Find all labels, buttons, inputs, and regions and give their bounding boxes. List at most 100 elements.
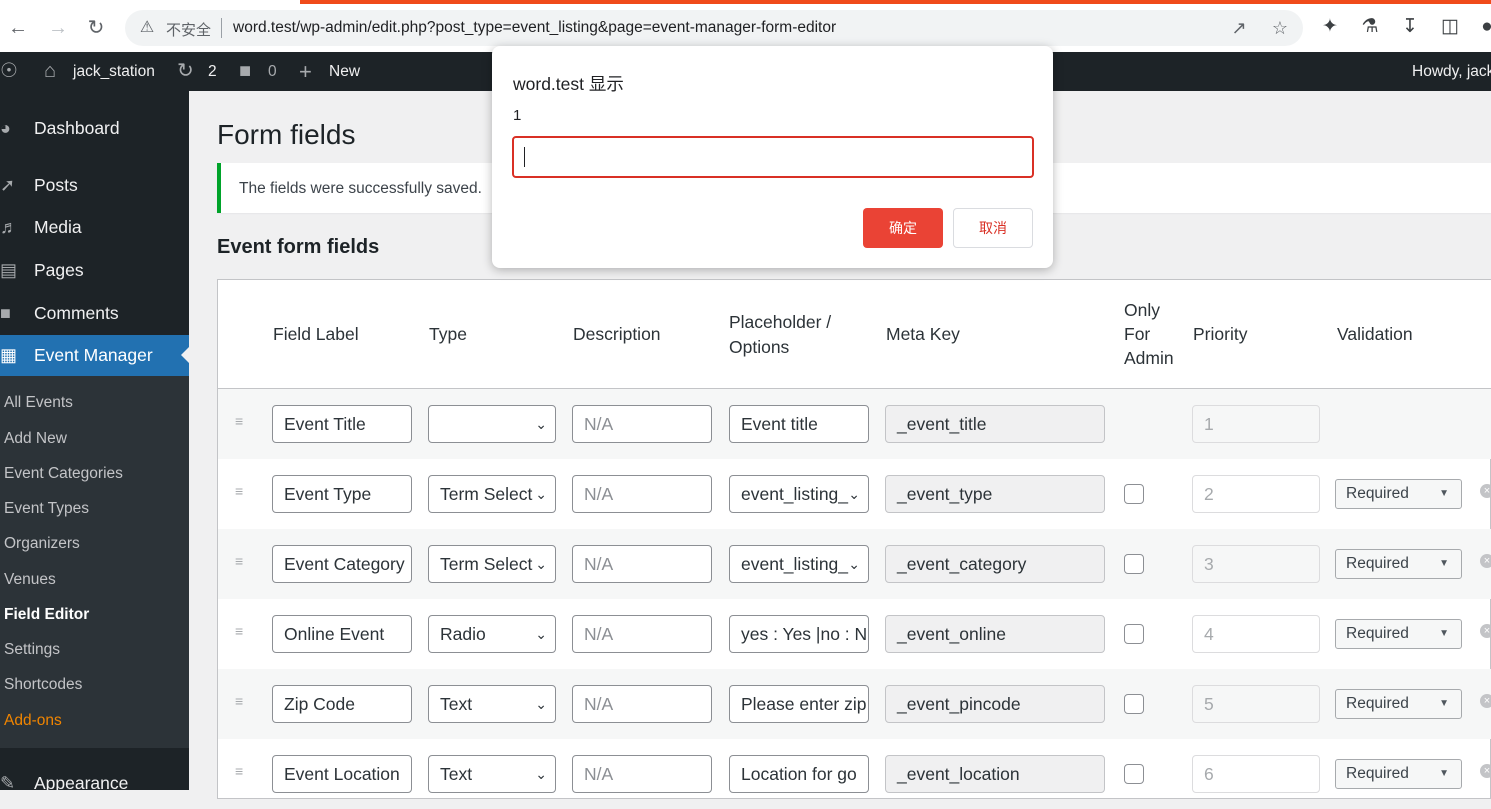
remove-field-icon[interactable]: × xyxy=(1480,624,1491,638)
submenu-field-editor[interactable]: Field Editor xyxy=(4,606,89,624)
submenu-event-categories[interactable]: Event Categories xyxy=(4,465,123,483)
field-label-input[interactable]: Event Location xyxy=(272,755,412,793)
browser-toolbar: ← → ↻ ⚠ 不安全 word.test/wp-admin/edit.php?… xyxy=(0,0,1491,52)
ok-button[interactable]: 确定 xyxy=(863,208,943,248)
drag-handle-icon[interactable]: ≡ xyxy=(235,624,247,638)
field-label-input[interactable]: Event Title xyxy=(272,405,412,443)
menu-dashboard[interactable]: ◕ Dashboard xyxy=(0,108,189,148)
drag-handle-icon[interactable]: ≡ xyxy=(235,694,247,708)
insecure-label[interactable]: 不安全 xyxy=(166,19,211,40)
options-select[interactable]: event_listing_ ⌄ xyxy=(729,545,869,583)
updates-count[interactable]: 2 xyxy=(208,52,217,91)
remove-field-icon[interactable]: × xyxy=(1480,554,1491,568)
validation-select[interactable]: Required ▼ xyxy=(1335,689,1462,719)
drag-handle-icon[interactable]: ≡ xyxy=(235,554,247,568)
options-input[interactable]: yes : Yes |no : N xyxy=(729,615,869,653)
submenu-add-ons[interactable]: Add-ons xyxy=(4,712,62,730)
options-select[interactable]: event_listing_ ⌄ xyxy=(729,475,869,513)
menu-media[interactable]: ♬ Media xyxy=(0,207,189,247)
validation-select[interactable]: Required ▼ xyxy=(1335,759,1462,789)
reload-icon[interactable]: ↻ xyxy=(82,14,110,42)
only-for-admin-checkbox[interactable] xyxy=(1124,484,1144,504)
howdy-account-link[interactable]: Howdy, jack xyxy=(1412,52,1491,91)
priority-input[interactable]: 6 xyxy=(1192,755,1320,793)
page-title: Form fields xyxy=(217,119,356,150)
share-icon[interactable]: ↗ xyxy=(1227,16,1251,40)
field-type-select[interactable]: Text ⌄ xyxy=(428,685,556,723)
description-input[interactable]: N/A xyxy=(572,615,712,653)
menu-pages[interactable]: ▤ Pages xyxy=(0,250,189,290)
column-header-placeholder-line2: Options xyxy=(729,337,790,357)
field-type-select[interactable]: Text ⌄ xyxy=(428,755,556,793)
menu-event-manager[interactable]: ▦ Event Manager xyxy=(0,335,189,376)
description-input[interactable]: N/A xyxy=(572,475,712,513)
only-for-admin-checkbox[interactable] xyxy=(1124,554,1144,574)
field-label-input[interactable]: Online Event xyxy=(272,615,412,653)
submenu-add-new[interactable]: Add New xyxy=(4,430,67,448)
validation-select[interactable]: Required ▼ xyxy=(1335,479,1462,509)
site-name-link[interactable]: jack_station xyxy=(73,52,155,91)
validation-select[interactable]: Required ▼ xyxy=(1335,619,1462,649)
extensions-puzzle-icon[interactable]: ✦ xyxy=(1317,14,1343,40)
description-input[interactable]: N/A xyxy=(572,545,712,583)
drag-handle-icon[interactable]: ≡ xyxy=(235,484,247,498)
remove-field-icon[interactable]: × xyxy=(1480,764,1491,778)
field-type-select[interactable]: Term Select ⌄ xyxy=(428,545,556,583)
updates-icon[interactable]: ↻ xyxy=(177,52,194,91)
url-text[interactable]: word.test/wp-admin/edit.php?post_type=ev… xyxy=(233,19,836,37)
lab-flask-icon[interactable]: ⚗ xyxy=(1357,14,1383,40)
placeholder-input[interactable]: Location for go xyxy=(729,755,869,793)
submenu-settings[interactable]: Settings xyxy=(4,641,60,659)
field-type-select[interactable]: ⌄ xyxy=(428,405,556,443)
comments-bubble-icon[interactable]: ■ xyxy=(239,52,251,91)
cancel-button[interactable]: 取消 xyxy=(953,208,1033,248)
dropdown-triangle-icon: ▼ xyxy=(1439,698,1449,709)
home-icon[interactable]: ⌂ xyxy=(44,52,56,91)
only-for-admin-checkbox[interactable] xyxy=(1124,624,1144,644)
only-for-admin-checkbox[interactable] xyxy=(1124,764,1144,784)
field-label-input[interactable]: Event Type xyxy=(272,475,412,513)
comments-count[interactable]: 0 xyxy=(268,52,277,91)
submenu-all-events[interactable]: All Events xyxy=(4,394,73,412)
wordpress-logo-icon[interactable]: ☉ xyxy=(0,52,18,91)
admin-sidebar: ◕ Dashboard ➚ Posts ♬ Media ▤ Pages ■ Co… xyxy=(0,91,189,793)
submenu-event-types[interactable]: Event Types xyxy=(4,500,89,518)
validation-select[interactable]: Required ▼ xyxy=(1335,549,1462,579)
field-type-select[interactable]: Term Select ⌄ xyxy=(428,475,556,513)
field-label-input[interactable]: Zip Code xyxy=(272,685,412,723)
download-icon[interactable]: ↧ xyxy=(1397,14,1423,40)
remove-field-icon[interactable]: × xyxy=(1480,694,1491,708)
field-type-select[interactable]: Radio ⌄ xyxy=(428,615,556,653)
new-content-link[interactable]: New xyxy=(329,52,360,91)
menu-comments[interactable]: ■ Comments xyxy=(0,293,189,333)
drag-handle-icon[interactable]: ≡ xyxy=(235,764,247,778)
placeholder-input[interactable]: Event title xyxy=(729,405,869,443)
only-for-admin-checkbox[interactable] xyxy=(1124,694,1144,714)
bookmark-star-icon[interactable]: ☆ xyxy=(1268,16,1292,40)
priority-input[interactable]: 3 xyxy=(1192,545,1320,583)
warning-icon[interactable]: ⚠ xyxy=(137,18,157,38)
dialog-input[interactable] xyxy=(512,136,1034,178)
placeholder-input[interactable]: Please enter zip xyxy=(729,685,869,723)
description-input[interactable]: N/A xyxy=(572,405,712,443)
profile-avatar-icon[interactable]: ● xyxy=(1474,14,1491,40)
menu-appearance[interactable]: ✎ Appearance xyxy=(0,763,189,803)
priority-input[interactable]: 4 xyxy=(1192,615,1320,653)
address-bar[interactable]: ⚠ 不安全 word.test/wp-admin/edit.php?post_t… xyxy=(125,10,1303,46)
remove-field-icon[interactable]: × xyxy=(1480,484,1491,498)
field-label-input[interactable]: Event Category xyxy=(272,545,412,583)
side-panel-icon[interactable]: ◫ xyxy=(1437,14,1463,40)
priority-input[interactable]: 2 xyxy=(1192,475,1320,513)
description-input[interactable]: N/A xyxy=(572,755,712,793)
back-icon[interactable]: ← xyxy=(4,14,32,42)
submenu-venues[interactable]: Venues xyxy=(4,571,56,589)
forward-icon[interactable]: → xyxy=(44,14,72,42)
submenu-organizers[interactable]: Organizers xyxy=(4,535,80,553)
description-input[interactable]: N/A xyxy=(572,685,712,723)
plus-icon[interactable]: + xyxy=(299,52,312,91)
tab-strip-accent xyxy=(300,0,1491,4)
submenu-shortcodes[interactable]: Shortcodes xyxy=(4,676,82,694)
priority-input[interactable]: 5 xyxy=(1192,685,1320,723)
drag-handle-icon[interactable]: ≡ xyxy=(235,414,247,428)
menu-posts[interactable]: ➚ Posts xyxy=(0,165,189,205)
